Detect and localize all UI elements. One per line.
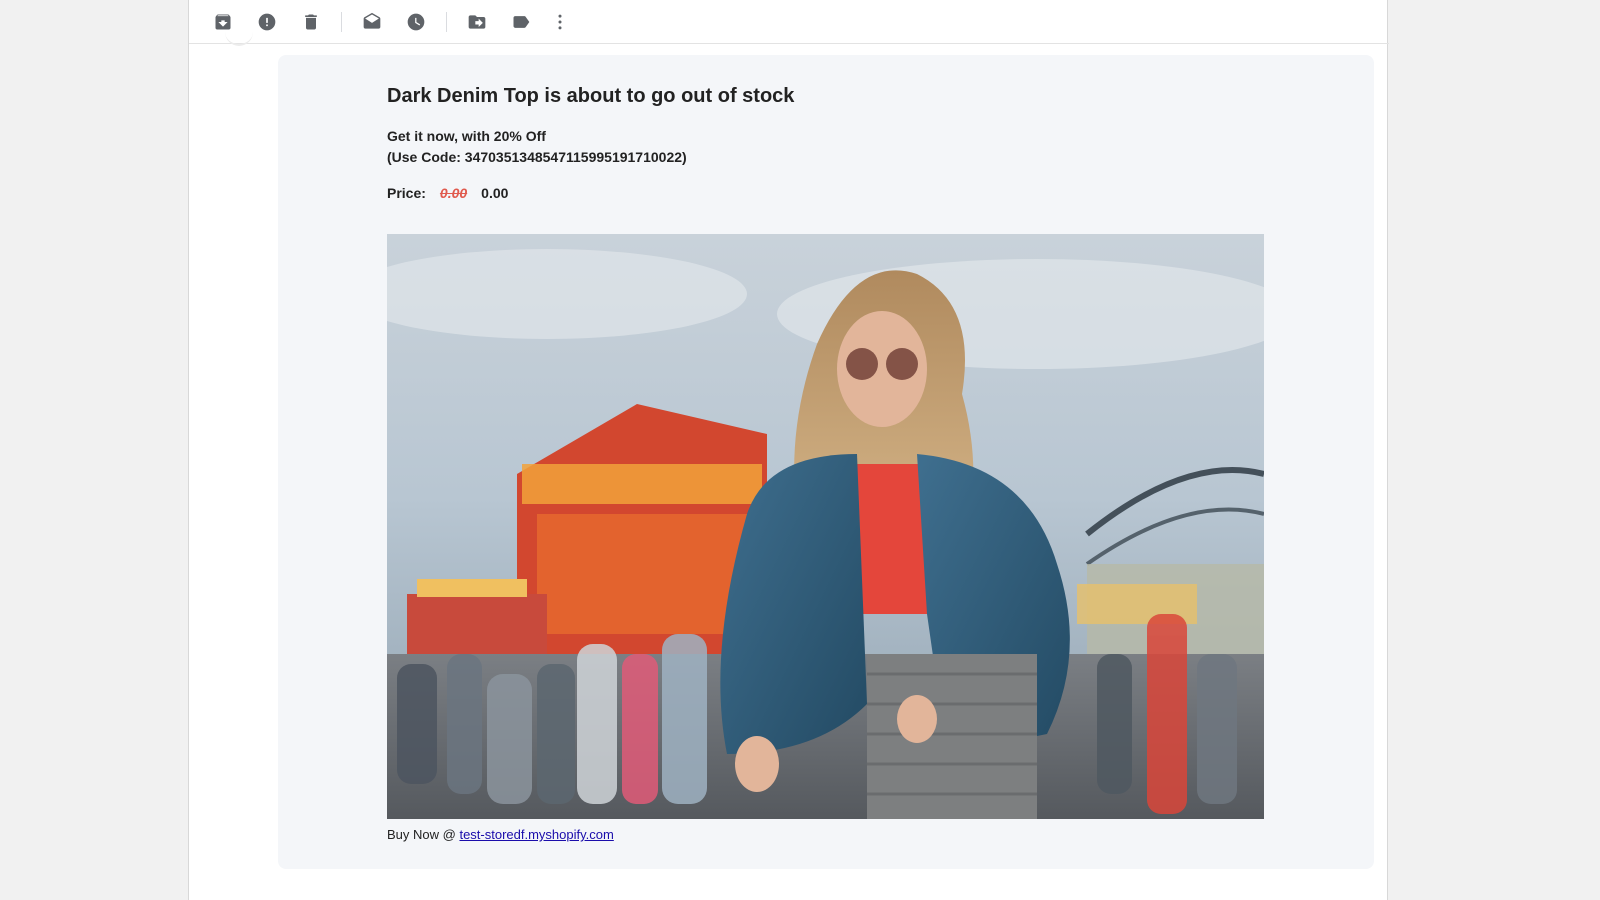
archive-icon xyxy=(215,14,231,29)
price-label: Price: xyxy=(387,185,426,201)
new-price: 0.00 xyxy=(481,185,509,201)
toolbar-divider xyxy=(446,11,447,32)
old-price: 0.00 xyxy=(439,185,468,201)
email-toolbar xyxy=(189,0,1389,44)
snooze-button[interactable] xyxy=(394,2,438,42)
product-image[interactable] xyxy=(387,234,1264,819)
more-options-button[interactable] xyxy=(543,2,577,42)
store-link[interactable]: test-storedf.myshopify.com xyxy=(459,827,613,842)
label-button[interactable] xyxy=(499,2,543,42)
discount-code-text: (Use Code: 3470351348547115995191710022) xyxy=(387,149,687,165)
toolbar-divider xyxy=(341,11,342,32)
mark-unread-icon xyxy=(363,12,381,29)
move-to-button[interactable] xyxy=(455,2,499,42)
move-to-icon xyxy=(468,14,486,29)
label-icon xyxy=(513,15,530,28)
email-view: Dark Denim Top is about to go out of sto… xyxy=(188,0,1389,900)
delete-icon xyxy=(305,14,317,29)
snooze-icon xyxy=(407,13,425,30)
mark-unread-button[interactable] xyxy=(350,2,394,42)
offer-text: Get it now, with 20% Off xyxy=(387,128,546,144)
buy-now-text: Buy Now @ xyxy=(387,827,456,842)
delete-button[interactable] xyxy=(289,2,333,42)
more-options-icon xyxy=(558,14,562,29)
buy-now-line: Buy Now @ test-storedf.myshopify.com xyxy=(387,827,614,842)
price-row: Price: 0.00 0.00 xyxy=(387,185,508,201)
email-headline: Dark Denim Top is about to go out of sto… xyxy=(387,85,795,107)
email-body-card: Dark Denim Top is about to go out of sto… xyxy=(278,55,1374,869)
product-photo-graphic xyxy=(387,234,1264,819)
report-spam-icon xyxy=(258,13,276,30)
